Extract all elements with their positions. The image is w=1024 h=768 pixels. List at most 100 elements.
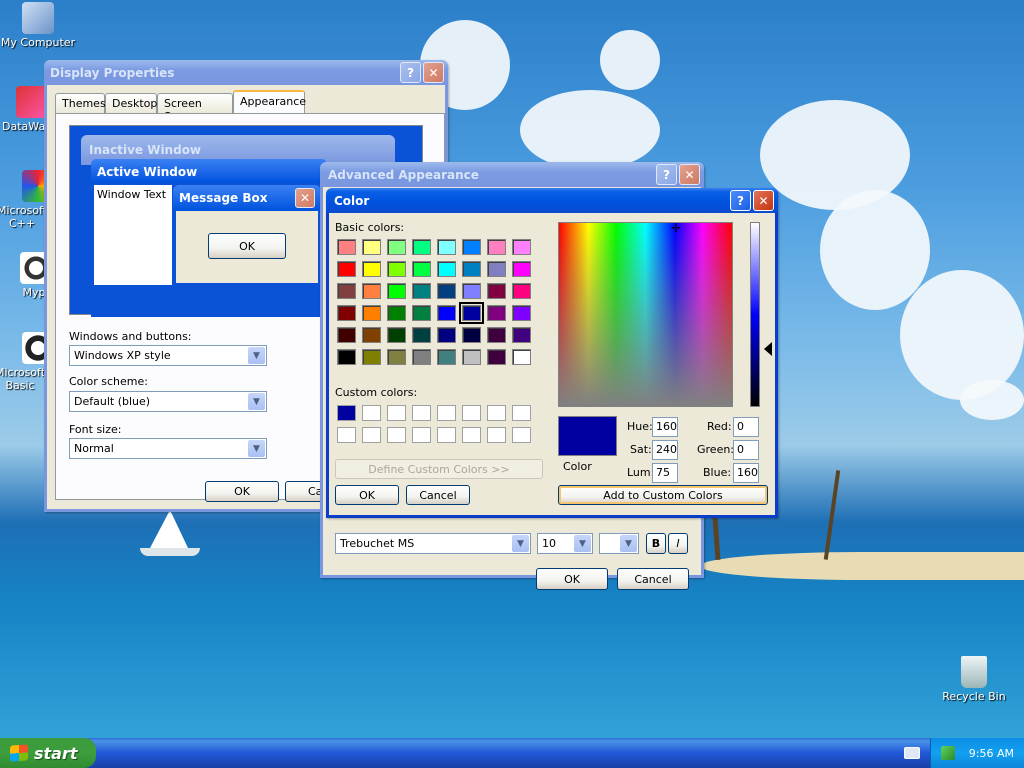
font-size-combo[interactable]: 10 ▼ [537, 533, 593, 554]
basic-color-swatch[interactable] [337, 305, 356, 321]
chevron-down-icon[interactable]: ▼ [574, 535, 591, 552]
basic-color-swatch[interactable] [387, 283, 406, 299]
basic-color-swatch[interactable] [487, 349, 506, 365]
basic-color-swatch[interactable] [337, 283, 356, 299]
custom-color-swatch[interactable] [362, 405, 381, 421]
basic-color-swatch[interactable] [512, 283, 531, 299]
custom-color-swatch[interactable] [412, 405, 431, 421]
cancel-button[interactable]: Cancel [406, 485, 470, 505]
advanced-appearance-titlebar[interactable]: Advanced Appearance ? ✕ [320, 162, 704, 187]
basic-color-swatch[interactable] [387, 239, 406, 255]
basic-color-swatch[interactable] [437, 239, 456, 255]
chevron-down-icon[interactable]: ▼ [248, 440, 265, 457]
tab-themes[interactable]: Themes [55, 93, 106, 113]
basic-color-swatch[interactable] [437, 261, 456, 277]
basic-color-swatch[interactable] [362, 305, 381, 321]
desktop-icon-recycle-bin[interactable]: Recycle Bin [936, 656, 1012, 703]
cancel-button[interactable]: Cancel [617, 568, 689, 590]
keyboard-icon[interactable] [904, 747, 920, 759]
basic-color-swatch[interactable] [462, 283, 481, 299]
color-scheme-combo[interactable]: Default (blue) ▼ [69, 391, 267, 412]
italic-button[interactable]: I [668, 533, 688, 554]
basic-color-swatch[interactable] [462, 349, 481, 365]
custom-color-swatch[interactable] [362, 427, 381, 443]
color-dialog-titlebar[interactable]: Color ? ✕ [326, 188, 778, 213]
basic-color-swatch[interactable] [362, 283, 381, 299]
define-custom-colors-button[interactable]: Define Custom Colors >> [335, 459, 543, 479]
custom-color-swatch[interactable] [387, 427, 406, 443]
custom-color-swatch[interactable] [412, 427, 431, 443]
ok-button[interactable]: OK [335, 485, 399, 505]
custom-color-swatch[interactable] [437, 405, 456, 421]
chevron-down-icon[interactable]: ▼ [248, 393, 265, 410]
basic-color-swatch[interactable] [462, 239, 481, 255]
basic-color-swatch[interactable] [512, 305, 531, 321]
basic-color-swatch[interactable] [337, 327, 356, 343]
custom-color-swatch[interactable] [387, 405, 406, 421]
windows-buttons-combo[interactable]: Windows XP style ▼ [69, 345, 267, 366]
custom-color-swatch[interactable] [487, 427, 506, 443]
basic-color-swatch[interactable] [512, 239, 531, 255]
display-properties-titlebar[interactable]: Display Properties ? ✕ [44, 60, 448, 85]
close-button[interactable]: ✕ [753, 190, 774, 211]
custom-color-swatch[interactable] [462, 427, 481, 443]
desktop-icon-my-computer[interactable]: My Computer [0, 2, 76, 49]
basic-color-swatch[interactable] [437, 305, 456, 321]
basic-color-swatch[interactable] [412, 239, 431, 255]
font-combo[interactable]: Trebuchet MS ▼ [335, 533, 531, 554]
font-size-combo[interactable]: Normal ▼ [69, 438, 267, 459]
crosshair-icon[interactable]: ✛ [671, 222, 681, 234]
custom-color-swatch[interactable] [337, 427, 356, 443]
basic-color-swatch[interactable] [362, 261, 381, 277]
basic-color-swatch[interactable] [337, 261, 356, 277]
help-button[interactable]: ? [656, 164, 677, 185]
luminance-slider[interactable] [750, 222, 760, 407]
network-icon[interactable] [941, 746, 955, 760]
basic-color-swatch[interactable] [337, 349, 356, 365]
basic-color-swatch[interactable] [437, 283, 456, 299]
basic-color-swatch[interactable] [412, 261, 431, 277]
help-button[interactable]: ? [400, 62, 421, 83]
custom-color-swatch[interactable] [512, 405, 531, 421]
sat-field[interactable]: 240 [652, 440, 678, 460]
chevron-down-icon[interactable]: ▼ [248, 347, 265, 364]
basic-color-swatch[interactable] [487, 283, 506, 299]
close-button[interactable]: ✕ [679, 164, 700, 185]
basic-color-swatch[interactable] [412, 349, 431, 365]
tab-appearance[interactable]: Appearance [233, 90, 306, 113]
chevron-down-icon[interactable]: ▼ [512, 535, 529, 552]
basic-color-swatch[interactable] [387, 327, 406, 343]
basic-color-swatch[interactable] [437, 349, 456, 365]
basic-color-swatch[interactable] [362, 239, 381, 255]
basic-color-swatch[interactable] [387, 261, 406, 277]
custom-color-swatch[interactable] [337, 405, 356, 421]
start-button[interactable]: start [0, 738, 96, 768]
font-color-combo[interactable]: ▼ [599, 533, 639, 554]
basic-color-swatch[interactable] [512, 349, 531, 365]
blue-field[interactable]: 160 [733, 463, 759, 483]
basic-color-swatch[interactable] [387, 349, 406, 365]
basic-color-swatch[interactable] [387, 305, 406, 321]
basic-color-swatch[interactable] [437, 327, 456, 343]
chevron-down-icon[interactable]: ▼ [620, 535, 637, 552]
add-to-custom-colors-button[interactable]: Add to Custom Colors [558, 485, 768, 505]
tab-screen-saver[interactable]: Screen Saver [157, 93, 233, 123]
ok-button[interactable]: OK [536, 568, 608, 590]
basic-color-swatch[interactable] [412, 305, 431, 321]
custom-color-swatch[interactable] [437, 427, 456, 443]
green-field[interactable]: 0 [733, 440, 759, 460]
basic-color-swatch[interactable] [459, 302, 484, 324]
clock[interactable]: 9:56 AM [969, 747, 1014, 760]
color-dialog[interactable]: Color ? ✕ Basic colors: Custom colors: D… [326, 188, 778, 518]
basic-color-swatch[interactable] [412, 327, 431, 343]
custom-color-swatch[interactable] [462, 405, 481, 421]
basic-color-swatch[interactable] [512, 261, 531, 277]
basic-color-swatch[interactable] [512, 327, 531, 343]
basic-color-swatch[interactable] [462, 261, 481, 277]
basic-color-swatch[interactable] [487, 305, 506, 321]
bold-button[interactable]: B [646, 533, 666, 554]
basic-color-swatch[interactable] [412, 283, 431, 299]
tab-desktop[interactable]: Desktop [105, 93, 157, 113]
basic-color-swatch[interactable] [487, 261, 506, 277]
basic-color-swatch[interactable] [362, 327, 381, 343]
